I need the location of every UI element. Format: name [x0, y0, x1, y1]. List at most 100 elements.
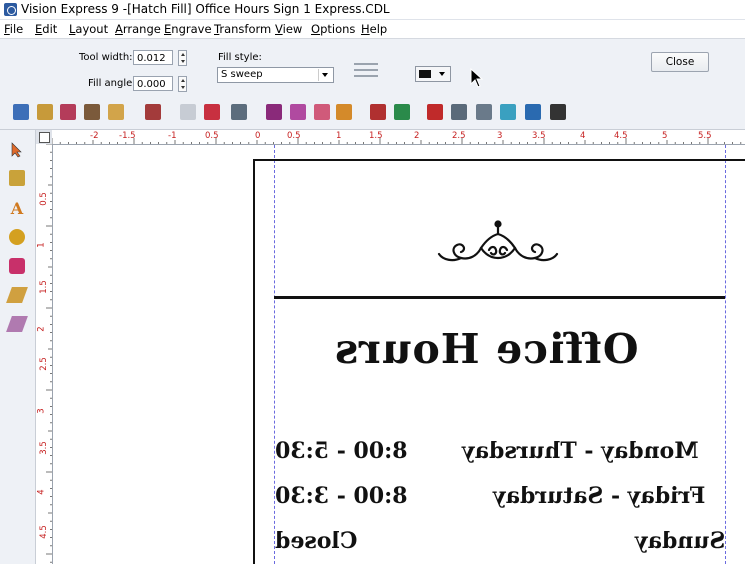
v-ruler-label: 2.5	[38, 357, 49, 371]
weld-icon[interactable]	[476, 104, 492, 120]
menu-help[interactable]: Help	[361, 22, 387, 36]
sign-title-mirrored[interactable]: Office Hours	[334, 325, 638, 373]
v-ruler-label: 4.5	[38, 525, 49, 539]
save-as-icon[interactable]	[84, 104, 100, 120]
shape-icon[interactable]	[500, 104, 516, 120]
h-ruler-label: 0	[255, 131, 261, 141]
chevron-down-icon	[439, 72, 445, 76]
sign-border-top	[253, 159, 745, 161]
menu-bar: File Edit Layout Arrange Engrave Transfo…	[0, 20, 745, 37]
menu-view[interactable]: View	[275, 22, 302, 36]
v-ruler-label: 3	[36, 408, 47, 414]
menu-engrave[interactable]: Engrave	[164, 22, 212, 36]
close-button[interactable]: Close	[651, 52, 709, 72]
sign-border-left	[253, 159, 255, 564]
margin-guide-right[interactable]	[725, 145, 726, 564]
pencil-icon[interactable]	[6, 287, 28, 303]
cut-icon[interactable]	[266, 104, 282, 120]
fill-angle-label: Fill angle:	[88, 78, 136, 89]
node-icon[interactable]	[451, 104, 467, 120]
h-ruler-label: 1.5	[369, 131, 383, 141]
color-swatch	[419, 70, 431, 78]
app-logo-icon	[4, 3, 17, 16]
fill-angle-input[interactable]: 0.000	[133, 76, 173, 91]
menu-arrange[interactable]: Arrange	[115, 22, 161, 36]
v-ruler-label: 2	[36, 326, 47, 332]
toolbox: A	[0, 130, 36, 564]
horizontal-ruler[interactable]: -2 -1.5 -1 0.5 0 0.5 1 1.5 2 2.5 3 3.5 4…	[52, 130, 745, 145]
fill-icon[interactable]	[336, 104, 352, 120]
gallery-icon[interactable]	[370, 104, 386, 120]
fill-tool-icon[interactable]	[9, 258, 25, 274]
h-ruler-label: -2	[90, 131, 99, 141]
v-ruler-label: 0.5	[38, 192, 49, 206]
fill-style-label: Fill style:	[218, 52, 262, 63]
delete-icon[interactable]	[427, 104, 443, 120]
sign-row-time[interactable]: Closed	[275, 528, 357, 554]
h-ruler-label: 3	[497, 131, 503, 141]
h-ruler-label: 1	[336, 131, 342, 141]
h-ruler-label: 4	[580, 131, 586, 141]
main-toolbar	[0, 95, 745, 130]
sign-row-time[interactable]: 8:00 - 5:30	[275, 438, 408, 464]
h-ruler-label: 3.5	[532, 131, 546, 141]
sign-divider-line	[274, 296, 725, 299]
menu-options[interactable]: Options	[311, 22, 355, 36]
design-canvas[interactable]: Office Hours Monday - Thursday 8:00 - 5:…	[53, 145, 745, 564]
sign-row-day[interactable]: Sunday	[635, 528, 725, 554]
h-ruler-label: 5	[662, 131, 668, 141]
h-ruler-label: -1.5	[119, 131, 136, 141]
copy-icon[interactable]	[290, 104, 306, 120]
chevron-down-icon	[318, 69, 332, 81]
horizontal-ruler-ticks	[52, 138, 742, 144]
fill-angle-spinner[interactable]	[178, 76, 187, 92]
clipboard-icon[interactable]	[231, 104, 247, 120]
node-edit-icon[interactable]	[9, 170, 25, 186]
property-bar: Tool width: 0.012 Fill angle: 0.000 Fill…	[0, 38, 745, 96]
pen-icon[interactable]	[6, 316, 28, 332]
sign-row-time[interactable]: 8:00 - 3:30	[275, 483, 408, 509]
sign-row-day[interactable]: Monday - Thursday	[462, 438, 699, 464]
v-ruler-label: 1	[36, 242, 47, 248]
h-ruler-label: 4.5	[614, 131, 628, 141]
tool-width-label: Tool width:	[79, 52, 133, 63]
export-icon[interactable]	[394, 104, 410, 120]
h-ruler-label: 2	[414, 131, 420, 141]
tool-width-spinner[interactable]	[178, 50, 187, 66]
menu-edit[interactable]: Edit	[35, 22, 57, 36]
undo-icon[interactable]	[180, 104, 196, 120]
paste-icon[interactable]	[314, 104, 330, 120]
eraser-icon[interactable]	[204, 104, 220, 120]
h-ruler-label: 5.5	[698, 131, 712, 141]
zoom-icon[interactable]	[9, 229, 25, 245]
title-bar: Vision Express 9 -[Hatch Fill] Office Ho…	[0, 0, 745, 20]
text-tool-icon[interactable]: A	[9, 201, 25, 217]
open-icon[interactable]	[37, 104, 53, 120]
v-ruler-label: 1.5	[38, 280, 49, 294]
ornament-scroll-icon[interactable]	[433, 220, 563, 270]
fill-color-button[interactable]	[415, 66, 451, 82]
sign-row-day[interactable]: Friday - Saturday	[493, 483, 705, 509]
ruler-origin-icon	[39, 132, 50, 143]
mouse-cursor-icon	[470, 68, 484, 88]
tool-width-input[interactable]: 0.012	[133, 50, 173, 65]
vertical-ruler-ticks	[46, 144, 52, 563]
hatch-lines-icon[interactable]	[354, 63, 378, 83]
v-ruler-label: 4	[36, 489, 47, 495]
vertical-ruler[interactable]: 0.5 1 1.5 2 2.5 3 3.5 4 4.5	[36, 144, 53, 564]
engrave-icon[interactable]	[145, 104, 161, 120]
h-ruler-label: 2.5	[452, 131, 466, 141]
menu-file[interactable]: File	[4, 22, 23, 36]
menu-layout[interactable]: Layout	[69, 22, 108, 36]
window-icon[interactable]	[525, 104, 541, 120]
pointer-icon[interactable]	[9, 142, 25, 158]
fill-style-select[interactable]: S sweep	[217, 67, 334, 83]
fill-style-value: S sweep	[221, 69, 263, 80]
window-title: Vision Express 9 -[Hatch Fill] Office Ho…	[21, 2, 390, 16]
pan-icon[interactable]	[550, 104, 566, 120]
menu-transform[interactable]: Transform	[214, 22, 271, 36]
print-icon[interactable]	[108, 104, 124, 120]
new-icon[interactable]	[13, 104, 29, 120]
ruler-corner[interactable]	[36, 130, 53, 145]
save-icon[interactable]	[60, 104, 76, 120]
